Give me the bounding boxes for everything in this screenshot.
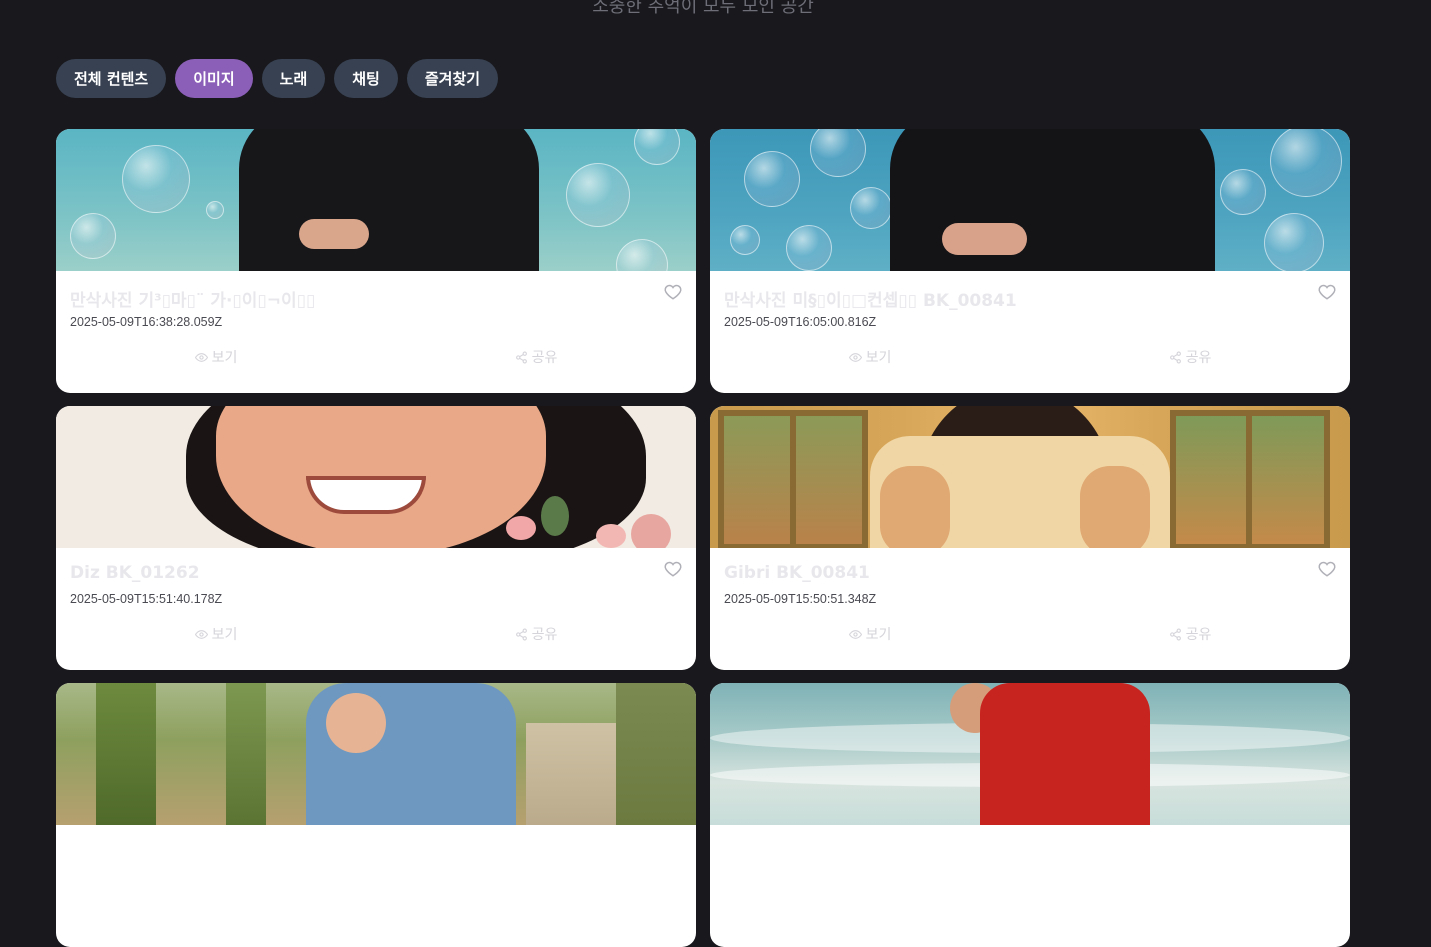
card-date: 2025-05-09T16:38:28.059Z xyxy=(70,315,223,329)
content-card[interactable] xyxy=(710,683,1350,947)
tab-images[interactable]: 이미지 xyxy=(175,59,253,98)
eye-icon xyxy=(194,352,208,362)
share-label: 공유 xyxy=(531,627,558,643)
card-date: 2025-05-09T15:50:51.348Z xyxy=(724,592,877,606)
eye-icon xyxy=(194,629,208,639)
content-card[interactable] xyxy=(56,683,696,947)
view-button[interactable]: 보기 xyxy=(710,347,1030,367)
heart-icon[interactable] xyxy=(1318,283,1336,301)
tab-chat[interactable]: 채팅 xyxy=(334,59,398,98)
view-label: 보기 xyxy=(211,350,238,366)
card-actions: 보기 공유 xyxy=(56,347,696,367)
content-card[interactable]: Diz BK_01262 2025-05-09T15:51:40.178Z 보기… xyxy=(56,406,696,670)
tab-favorites[interactable]: 즐겨찾기 xyxy=(406,59,499,98)
content-card[interactable]: 만삭사진 미§▯이▯□컨셉▯▯ BK_00841 2025-05-09T16:0… xyxy=(710,129,1350,393)
card-image[interactable] xyxy=(710,683,1350,825)
card-actions: 보기 공유 xyxy=(710,347,1350,367)
page-subtitle: 소중한 추억이 모두 모인 공간 xyxy=(592,0,814,17)
view-button[interactable]: 보기 xyxy=(56,624,376,644)
share-button[interactable]: 공유 xyxy=(1030,624,1350,644)
share-icon xyxy=(1169,351,1181,363)
card-image[interactable] xyxy=(56,406,696,548)
card-title: 만삭사진 미§▯이▯□컨셉▯▯ BK_00841 xyxy=(724,291,1017,311)
card-title: 만삭사진 기³▯마▯¨ 가·▯이▯¬이▯▯ xyxy=(70,291,316,311)
card-image[interactable] xyxy=(56,129,696,271)
heart-icon[interactable] xyxy=(664,283,682,301)
filter-tabs: 전체 컨텐츠 이미지 노래 채팅 즐겨찾기 xyxy=(56,59,499,98)
card-actions: 보기 공유 xyxy=(56,624,696,644)
card-image[interactable] xyxy=(56,683,696,825)
card-actions: 보기 공유 xyxy=(710,624,1350,644)
tab-all-content[interactable]: 전체 컨텐츠 xyxy=(56,59,167,98)
content-card[interactable]: 만삭사진 기³▯마▯¨ 가·▯이▯¬이▯▯ 2025-05-09T16:38:2… xyxy=(56,129,696,393)
view-label: 보기 xyxy=(211,627,238,643)
card-title: Gibri BK_00841 xyxy=(724,563,870,583)
view-button[interactable]: 보기 xyxy=(56,347,376,367)
eye-icon xyxy=(848,352,862,362)
card-image[interactable] xyxy=(710,406,1350,548)
share-label: 공유 xyxy=(1185,627,1212,643)
heart-icon[interactable] xyxy=(1318,560,1336,578)
share-button[interactable]: 공유 xyxy=(376,347,696,367)
tab-songs[interactable]: 노래 xyxy=(261,59,326,98)
eye-icon xyxy=(848,629,862,639)
share-button[interactable]: 공유 xyxy=(376,624,696,644)
content-grid: 만삭사진 기³▯마▯¨ 가·▯이▯¬이▯▯ 2025-05-09T16:38:2… xyxy=(56,129,1350,947)
view-label: 보기 xyxy=(865,627,892,643)
content-card[interactable]: Gibri BK_00841 2025-05-09T15:50:51.348Z … xyxy=(710,406,1350,670)
card-date: 2025-05-09T16:05:00.816Z xyxy=(724,315,877,329)
share-label: 공유 xyxy=(1185,350,1212,366)
heart-icon[interactable] xyxy=(664,560,682,578)
card-image[interactable] xyxy=(710,129,1350,271)
view-label: 보기 xyxy=(865,350,892,366)
share-icon xyxy=(515,628,527,640)
share-button[interactable]: 공유 xyxy=(1030,347,1350,367)
card-title: Diz BK_01262 xyxy=(70,563,200,583)
view-button[interactable]: 보기 xyxy=(710,624,1030,644)
card-date: 2025-05-09T15:51:40.178Z xyxy=(70,592,223,606)
share-icon xyxy=(515,351,527,363)
share-icon xyxy=(1169,628,1181,640)
share-label: 공유 xyxy=(531,350,558,366)
